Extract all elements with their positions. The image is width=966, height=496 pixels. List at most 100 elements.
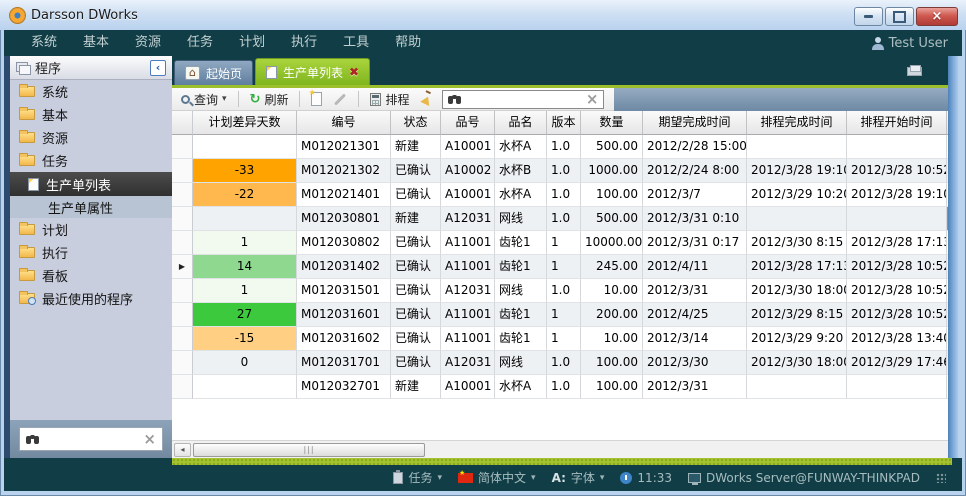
sidebar-item-8[interactable]: 看板: [10, 264, 172, 287]
cell-sched-end[interactable]: [747, 375, 847, 399]
column-header-status[interactable]: 状态: [391, 111, 441, 135]
cell-diff[interactable]: -15: [193, 327, 297, 351]
table-row[interactable]: 0M012031701已确认A12031网线1.0100.002012/3/30…: [172, 351, 948, 375]
cell-order-no[interactable]: M012032701: [297, 375, 391, 399]
cell-part-no[interactable]: A10001: [441, 135, 495, 159]
maximize-button[interactable]: [885, 7, 914, 26]
cell-due-time[interactable]: 2012/3/31 0:10: [643, 207, 747, 231]
cell-diff[interactable]: 0: [193, 351, 297, 375]
cell-part-name[interactable]: 水杯A: [495, 183, 547, 207]
cell-sched-start[interactable]: 2012/3/28 10:52: [847, 303, 947, 327]
chevron-down-icon[interactable]: ▾: [437, 473, 442, 483]
cell-status[interactable]: 已确认: [391, 303, 441, 327]
cell-extra[interactable]: [947, 135, 948, 159]
cell-qty[interactable]: 100.00: [581, 351, 643, 375]
cell-qty[interactable]: 500.00: [581, 135, 643, 159]
cell-status[interactable]: 已确认: [391, 183, 441, 207]
cell-part-no[interactable]: A12031: [441, 207, 495, 231]
cell-status[interactable]: 新建: [391, 207, 441, 231]
table-row[interactable]: -22M012021401已确认A10001水杯A1.0100.002012/3…: [172, 183, 948, 207]
cell-status[interactable]: 新建: [391, 135, 441, 159]
row-selector[interactable]: [172, 303, 193, 327]
cell-diff[interactable]: 27: [193, 303, 297, 327]
cell-status[interactable]: 已确认: [391, 279, 441, 303]
cell-qty[interactable]: 100.00: [581, 183, 643, 207]
cell-part-no[interactable]: A11001: [441, 231, 495, 255]
cell-sched-start[interactable]: 2012/3/28 10:52: [847, 279, 947, 303]
cell-part-no[interactable]: A11001: [441, 255, 495, 279]
cell-extra[interactable]: [947, 351, 948, 375]
row-selector[interactable]: [172, 207, 193, 231]
cell-part-no[interactable]: A12031: [441, 351, 495, 375]
cell-order-no[interactable]: M012031701: [297, 351, 391, 375]
cell-sched-end[interactable]: 2012/3/28 19:10: [747, 159, 847, 183]
column-header-sched-end[interactable]: 排程完成时间: [747, 111, 847, 135]
row-selector[interactable]: [172, 327, 193, 351]
cell-part-no[interactable]: A10001: [441, 375, 495, 399]
cell-sched-start[interactable]: 2012/3/29 17:46: [847, 351, 947, 375]
sidebar-item-7[interactable]: 执行: [10, 241, 172, 264]
cell-part-name[interactable]: 网线: [495, 351, 547, 375]
cell-extra[interactable]: [947, 375, 948, 399]
cell-diff[interactable]: -22: [193, 183, 297, 207]
status-task-menu[interactable]: 任务 ▾: [393, 469, 442, 486]
menu-item-7[interactable]: 帮助: [382, 30, 434, 56]
table-row[interactable]: -15M012031602已确认A11001齿轮1110.002012/3/14…: [172, 327, 948, 351]
cell-due-time[interactable]: 2012/3/31: [643, 375, 747, 399]
cell-sched-start[interactable]: 2012/3/28 17:13: [847, 231, 947, 255]
table-row[interactable]: 27M012031601已确认A11001齿轮11200.002012/4/25…: [172, 303, 948, 327]
column-header-sched-start[interactable]: 排程开始时间: [847, 111, 947, 135]
cell-sched-start[interactable]: [847, 135, 947, 159]
cell-order-no[interactable]: M012030802: [297, 231, 391, 255]
menu-item-5[interactable]: 执行: [278, 30, 330, 56]
cell-extra[interactable]: [947, 279, 948, 303]
minimize-button[interactable]: [854, 7, 883, 26]
cell-diff[interactable]: [193, 375, 297, 399]
row-selector[interactable]: [172, 159, 193, 183]
cell-status[interactable]: 已确认: [391, 255, 441, 279]
cell-version[interactable]: 1.0: [547, 207, 581, 231]
chevron-down-icon[interactable]: ▾: [600, 473, 605, 483]
resize-grip[interactable]: [936, 473, 946, 483]
cell-due-time[interactable]: 2012/2/24 8:00: [643, 159, 747, 183]
cell-sched-end[interactable]: [747, 135, 847, 159]
cell-extra[interactable]: [947, 231, 948, 255]
cell-diff[interactable]: -33: [193, 159, 297, 183]
cell-sched-end[interactable]: [747, 207, 847, 231]
cell-order-no[interactable]: M012030801: [297, 207, 391, 231]
row-selector[interactable]: [172, 375, 193, 399]
cell-sched-end[interactable]: 2012/3/29 10:20: [747, 183, 847, 207]
cell-diff[interactable]: [193, 135, 297, 159]
sidebar-item-5[interactable]: 生产单属性: [10, 196, 172, 218]
table-search-input[interactable]: ×: [442, 90, 604, 109]
cell-qty[interactable]: 10.00: [581, 279, 643, 303]
cell-status[interactable]: 新建: [391, 375, 441, 399]
tab-production-orders[interactable]: 生产单列表 ✖: [255, 58, 370, 85]
cell-part-name[interactable]: 齿轮1: [495, 327, 547, 351]
clear-icon[interactable]: ×: [143, 432, 156, 447]
menu-item-3[interactable]: 任务: [174, 30, 226, 56]
sidebar-item-4[interactable]: 生产单列表: [10, 172, 172, 196]
row-selector[interactable]: [172, 135, 193, 159]
cell-due-time[interactable]: 2012/3/14: [643, 327, 747, 351]
cell-diff[interactable]: [193, 207, 297, 231]
tab-home[interactable]: ⌂ 起始页: [174, 60, 253, 85]
cell-qty[interactable]: 10.00: [581, 327, 643, 351]
cell-diff[interactable]: 14: [193, 255, 297, 279]
cell-extra[interactable]: [947, 327, 948, 351]
clean-button[interactable]: [417, 91, 437, 107]
cell-extra[interactable]: [947, 255, 948, 279]
cell-extra[interactable]: [947, 303, 948, 327]
cell-order-no[interactable]: M012031402: [297, 255, 391, 279]
cell-due-time[interactable]: 2012/3/30: [643, 351, 747, 375]
schedule-button[interactable]: 排程: [367, 90, 412, 109]
column-header-version[interactable]: 版本: [547, 111, 581, 135]
user-box[interactable]: Test User: [872, 36, 962, 51]
column-header-diff[interactable]: 计划差异天数: [193, 111, 297, 135]
cell-version[interactable]: 1.0: [547, 279, 581, 303]
cell-qty[interactable]: 100.00: [581, 375, 643, 399]
cell-sched-start[interactable]: 2012/3/28 19:10: [847, 183, 947, 207]
cell-sched-end[interactable]: 2012/3/30 18:00: [747, 279, 847, 303]
tab-close-icon[interactable]: ✖: [349, 65, 359, 79]
cell-sched-end[interactable]: 2012/3/28 17:13: [747, 255, 847, 279]
